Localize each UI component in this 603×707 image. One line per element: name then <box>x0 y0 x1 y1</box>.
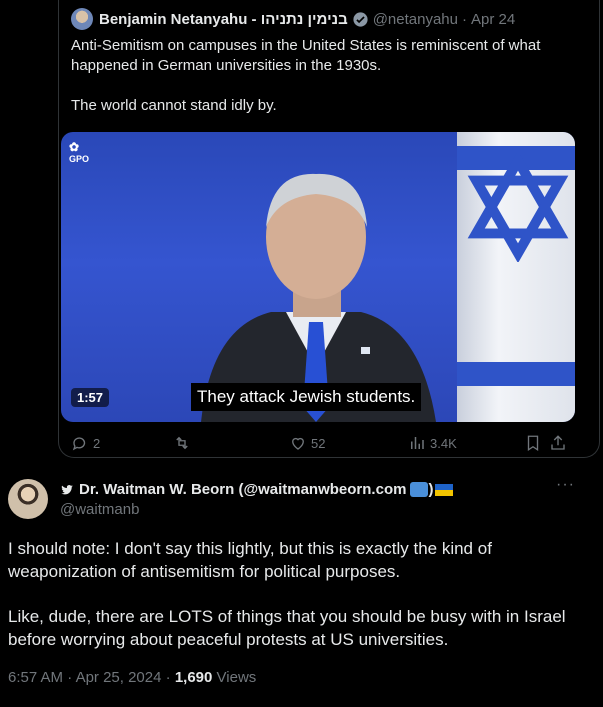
quoted-tweet-text: Anti-Semitism on campuses in the United … <box>71 36 581 116</box>
reply-count: 2 <box>93 435 101 451</box>
video-duration: 1:57 <box>71 388 110 407</box>
separator-dot: · <box>462 10 467 28</box>
views-label: Views <box>216 669 257 686</box>
tweet-paragraph: Like, dude, there are LOTS of things tha… <box>8 607 566 649</box>
views-count: 3.4K <box>430 435 457 451</box>
quoted-tweet-card[interactable]: Benjamin Netanyahu - בנימין נתניהו @neta… <box>58 0 600 458</box>
views-icon <box>411 437 424 449</box>
quoted-tweet-header: Benjamin Netanyahu - בנימין נתניהו @neta… <box>71 8 515 30</box>
tweet-actions-bar: 2 52 3.4K <box>71 434 576 458</box>
gpo-watermark: ✿ GPO <box>69 140 89 164</box>
share-icon <box>551 435 565 450</box>
video-subtitle: They attack Jewish students. <box>191 383 422 411</box>
author-handle: @netanyahu <box>372 10 458 28</box>
more-options-icon[interactable]: ··· <box>556 476 575 494</box>
views-action[interactable]: 3.4K <box>408 434 457 452</box>
blue-square-emoji-icon <box>410 482 429 497</box>
reply-author-line[interactable]: Dr. Waitman W. Beorn (@waitmanwbeorn.com… <box>60 481 454 498</box>
retweet-action[interactable] <box>173 434 195 452</box>
retweet-icon <box>176 436 188 450</box>
share-action[interactable] <box>549 434 571 452</box>
like-icon <box>292 437 304 450</box>
tweet-paragraph: I should note: I don't say this lightly,… <box>8 539 492 581</box>
israeli-flag <box>457 132 575 422</box>
ukraine-flag-icon <box>435 483 454 496</box>
reply-author-avatar[interactable] <box>8 479 48 519</box>
twitter-bird-icon <box>61 484 73 494</box>
bookmark-action[interactable] <box>524 434 546 452</box>
views-count[interactable]: 1,690 <box>175 669 213 686</box>
reply-author-name: Dr. Waitman W. Beorn (@waitmanwbeorn.com <box>79 481 407 498</box>
author-avatar[interactable] <box>71 8 93 30</box>
bookmark-icon <box>527 435 539 452</box>
tweet-time[interactable]: 6:57 AM <box>8 669 63 686</box>
verified-badge-icon <box>353 11 368 27</box>
author-name[interactable]: Benjamin Netanyahu - בנימין נתניהו <box>99 11 348 28</box>
tweet-paragraph: The world cannot stand idly by. <box>71 97 277 114</box>
reply-tweet-meta: 6:57 AM · Apr 25, 2024 · 1,690 Views <box>8 669 256 686</box>
gpo-label: GPO <box>69 154 90 164</box>
like-action[interactable]: 52 <box>289 434 325 452</box>
star-of-david-icon <box>467 152 569 262</box>
tweet-paragraph: Anti-Semitism on campuses in the United … <box>71 37 541 74</box>
separator-dot: · <box>165 669 171 686</box>
reply-action[interactable]: 2 <box>71 434 100 452</box>
like-count: 52 <box>311 435 326 451</box>
reply-tweet-text: I should note: I don't say this lightly,… <box>8 538 588 651</box>
gpo-logo-icon: ✿ <box>69 140 79 154</box>
reply-icon <box>72 437 86 451</box>
separator-dot: · <box>67 669 73 686</box>
reply-author-suffix: ) <box>428 481 434 498</box>
tweet-date[interactable]: Apr 25, 2024 <box>76 669 162 686</box>
video-player[interactable]: ✿ GPO 1:57 They attack Jewish students. <box>61 132 575 422</box>
reply-author-handle[interactable]: @waitmanb <box>60 501 139 518</box>
speaker-figure <box>201 173 436 422</box>
tweet-date[interactable]: Apr 24 <box>471 11 515 28</box>
